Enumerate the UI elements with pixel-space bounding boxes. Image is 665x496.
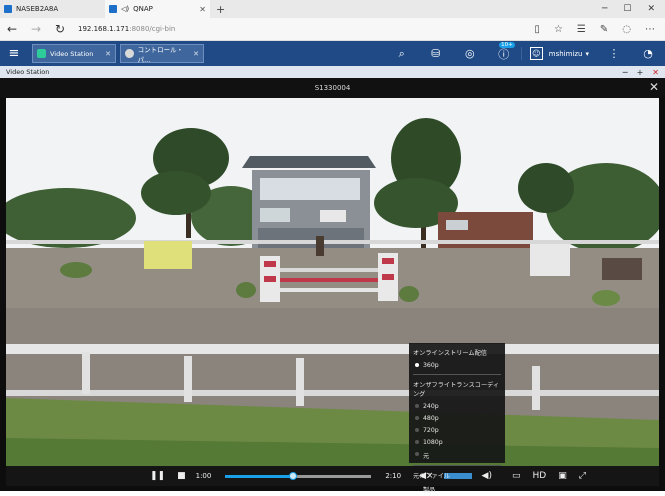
app-window-titlebar: Video Station ─ + ✕	[0, 66, 665, 78]
current-time: 1:00	[195, 472, 212, 480]
minimize-window-icon[interactable]: ─	[602, 4, 607, 14]
tab-favicon-icon	[4, 5, 12, 13]
forward-icon[interactable]: →	[24, 22, 48, 36]
quality-option-720p[interactable]: 720p	[413, 424, 501, 436]
main-menu-icon[interactable]: ≡	[0, 46, 28, 61]
original-file-option[interactable]: 製品	[413, 482, 501, 496]
menu-divider	[413, 374, 501, 375]
radio-icon	[415, 452, 419, 456]
maximize-icon[interactable]: +	[637, 68, 644, 77]
tab-close-icon[interactable]: ✕	[105, 50, 111, 58]
new-tab-button[interactable]: +	[210, 3, 231, 16]
url-host: 192.168.1.171	[78, 25, 130, 33]
username: mshimizu	[548, 49, 583, 58]
option-label: 720p	[423, 426, 439, 434]
notification-icon[interactable]: ⓘ 10+	[487, 41, 521, 62]
url-path: :8080/cgi-bin	[129, 25, 176, 33]
seek-bar-handle[interactable]	[288, 471, 297, 480]
web-note-icon[interactable]: ✎	[600, 24, 608, 35]
video-frame-image	[6, 98, 659, 466]
option-label: 元	[423, 452, 430, 460]
background-tasks-icon[interactable]: ⛁	[419, 47, 453, 60]
stop-icon[interactable]: ■	[171, 471, 192, 481]
video-title: S1330004	[314, 84, 351, 92]
address-bar: ← → ↻ 192.168.1.171:8080/cgi-bin ▯ ☆ ☰ ✎…	[0, 18, 665, 41]
quality-option-360p[interactable]: 360p	[413, 359, 501, 371]
avatar-icon: ☺	[529, 47, 543, 60]
refresh-icon[interactable]: ↻	[48, 22, 72, 36]
user-menu[interactable]: ☺ mshimizu ▾	[520, 47, 597, 60]
video-frame[interactable]	[6, 98, 659, 466]
search-icon[interactable]: ⌕	[385, 47, 419, 61]
fullscreen-icon[interactable]: ⤢	[573, 471, 592, 481]
quality-option-original[interactable]: 元	[413, 448, 501, 462]
seek-bar[interactable]	[225, 471, 372, 480]
radio-icon	[415, 416, 419, 420]
player-close-icon[interactable]: ✕	[649, 80, 659, 94]
browser-tab-active[interactable]: ◁) QNAP ✕	[105, 0, 210, 18]
reading-view-icon[interactable]: ▯	[534, 24, 540, 35]
quality-option-480p[interactable]: 480p	[413, 412, 501, 424]
app-window-title: Video Station	[6, 68, 50, 76]
minimize-icon[interactable]: ─	[623, 68, 628, 77]
option-label: 480p	[423, 414, 439, 422]
control-panel-icon	[125, 49, 134, 58]
url-field[interactable]: 192.168.1.171:8080/cgi-bin	[78, 25, 175, 33]
video-station-icon	[37, 49, 46, 58]
seek-bar-progress	[225, 474, 293, 478]
cast-icon[interactable]: ▣	[552, 471, 573, 481]
qts-tab-label: コントロール・パ...	[137, 45, 184, 64]
qts-top-bar: ≡ Video Station ✕ コントロール・パ... ✕ ⌕ ⛁ ◎ ⓘ 1…	[0, 41, 665, 66]
pause-icon[interactable]: ❚❚	[144, 471, 171, 481]
qts-tab-video-station[interactable]: Video Station ✕	[32, 44, 116, 63]
on-the-fly-header: オンザフライトランスコーディング	[413, 382, 500, 398]
close-icon[interactable]: ✕	[652, 68, 659, 77]
chevron-down-icon: ▾	[585, 49, 589, 58]
radio-selected-icon	[415, 363, 419, 367]
options-icon[interactable]: ⋮	[597, 47, 631, 60]
player-titlebar: S1330004 ✕	[0, 78, 665, 98]
tab-close-icon[interactable]: ✕	[191, 5, 206, 14]
quality-menu: オンラインストリーム配信 360p オンザフライトランスコーディング 240p …	[409, 343, 505, 494]
option-label: 360p	[423, 361, 439, 369]
quality-option-240p[interactable]: 240p	[413, 400, 501, 412]
video-player: S1330004 ✕ ❚❚ ■ 1:00 2:10 ◀× ◀) ▭ HD ▣ ⤢	[0, 78, 665, 491]
tab-favicon-icon	[109, 5, 117, 13]
dashboard-icon[interactable]: ◔	[631, 47, 665, 60]
radio-icon	[415, 404, 419, 408]
notification-badge: 10+	[499, 41, 515, 48]
total-time: 2:10	[385, 472, 402, 480]
maximize-window-icon[interactable]: ☐	[623, 4, 631, 14]
subtitle-icon[interactable]: ▭	[506, 471, 527, 481]
speaker-icon: ◁)	[121, 5, 130, 13]
browser-tab[interactable]: NASEB2A8A	[0, 0, 105, 18]
quality-option-1080p[interactable]: 1080p	[413, 436, 501, 448]
qts-tab-control-panel[interactable]: コントロール・パ... ✕	[120, 44, 204, 64]
quality-settings-icon[interactable]: HD	[527, 471, 553, 481]
browser-tab-strip: NASEB2A8A ◁) QNAP ✕ + ─ ☐ ✕	[0, 0, 665, 18]
player-control-bar: ❚❚ ■ 1:00 2:10 ◀× ◀) ▭ HD ▣ ⤢	[6, 466, 659, 486]
option-label: 1080p	[423, 438, 443, 446]
original-file-header: 元のファイル	[413, 473, 451, 480]
option-label: 240p	[423, 402, 439, 410]
more-icon[interactable]: ⋯	[645, 24, 655, 35]
share-icon[interactable]: ◌	[622, 24, 631, 35]
hub-icon[interactable]: ☰	[577, 24, 586, 35]
menu-divider	[413, 465, 501, 466]
radio-icon	[415, 428, 419, 432]
qts-tab-label: Video Station	[50, 49, 94, 58]
close-window-icon[interactable]: ✕	[647, 4, 655, 14]
tab-close-icon[interactable]: ✕	[193, 50, 199, 58]
browser-tab-label: QNAP	[133, 5, 153, 13]
external-device-icon[interactable]: ◎	[453, 47, 487, 60]
online-stream-header: オンラインストリーム配信	[413, 350, 487, 357]
favorite-star-icon[interactable]: ☆	[554, 24, 563, 35]
radio-icon	[415, 440, 419, 444]
back-icon[interactable]: ←	[0, 22, 24, 36]
browser-tab-label: NASEB2A8A	[16, 5, 59, 13]
option-label: 製品	[423, 486, 436, 494]
